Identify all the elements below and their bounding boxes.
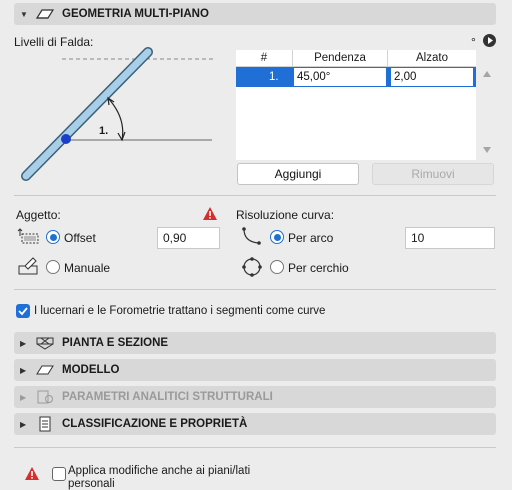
pendenza-cell[interactable]: 45,00°: [294, 68, 386, 86]
classification-icon: [34, 416, 56, 432]
offset-icon: [17, 228, 39, 244]
section-title: PIANTA E SEZIONE: [62, 337, 169, 349]
warning-icon: [203, 207, 217, 220]
aggetto-label: Aggetto:: [16, 208, 61, 222]
degree-symbol: °: [471, 35, 476, 49]
row-number: 1.: [269, 71, 279, 83]
collapse-triangle-icon[interactable]: ▼: [20, 10, 28, 19]
apply-to-custom-label-line2: personali: [68, 478, 115, 490]
offset-label: Offset: [64, 231, 96, 245]
section-title: GEOMETRIA MULTI-PIANO: [62, 8, 209, 20]
section-title: PARAMETRI ANALITICI STRUTTURALI: [62, 391, 273, 403]
section-title: CLASSIFICAZIONE E PROPRIETÀ: [62, 418, 248, 430]
arc-value-input[interactable]: 10: [405, 227, 495, 249]
arc-resolution-icon: [242, 227, 261, 245]
offset-radio[interactable]: [46, 230, 60, 244]
manual-offset-icon: [18, 257, 38, 275]
geometry-section-header[interactable]: ▼ GEOMETRIA MULTI-PIANO: [14, 3, 496, 25]
per-arco-label: Per arco: [288, 231, 334, 245]
section-modello[interactable]: ▶ MODELLO: [14, 359, 496, 381]
diagram-level-label: 1.: [99, 125, 109, 137]
section-parametri-analitici[interactable]: ▶ PARAMETRI ANALITICI STRUTTURALI: [14, 386, 496, 408]
apply-to-custom-label-line1: Applica modifiche anche ai piani/lati: [68, 465, 251, 477]
per-cerchio-label: Per cerchio: [288, 261, 349, 275]
per-arco-radio[interactable]: [270, 230, 284, 244]
section-pianta-e-sezione[interactable]: ▶ PIANTA E SEZIONE: [14, 332, 496, 354]
section-title: MODELLO: [62, 364, 120, 376]
manual-radio[interactable]: [46, 260, 60, 274]
alzato-cell[interactable]: 2,00: [391, 68, 473, 86]
expand-triangle-icon[interactable]: ▶: [20, 393, 28, 402]
divider: [14, 447, 496, 448]
per-cerchio-radio[interactable]: [270, 260, 284, 274]
curve-resolution-label: Risoluzione curva:: [236, 208, 335, 222]
divider: [14, 289, 496, 290]
warning-icon: [25, 467, 39, 480]
expand-arrow-button[interactable]: [483, 34, 496, 47]
expand-triangle-icon[interactable]: ▶: [20, 420, 28, 429]
add-button[interactable]: Aggiungi: [237, 163, 359, 185]
roof-geometry-icon: [34, 6, 56, 22]
structural-analysis-icon: [34, 389, 56, 405]
section-classificazione[interactable]: ▶ CLASSIFICAZIONE E PROPRIETÀ: [14, 413, 496, 435]
treat-segments-label: I lucernari e le Forometrie trattano i s…: [34, 305, 326, 317]
model-icon: [34, 362, 56, 378]
column-header-alzato[interactable]: Alzato: [388, 50, 476, 67]
levels-table[interactable]: # Pendenza Alzato 1. 45,00° 2,00: [236, 50, 476, 160]
remove-button[interactable]: Rimuovi: [372, 163, 494, 185]
treat-segments-as-curves-checkbox[interactable]: [16, 304, 30, 318]
column-header-pendenza[interactable]: Pendenza: [293, 50, 388, 67]
manual-label: Manuale: [64, 261, 111, 275]
offset-value-input[interactable]: 0,90: [157, 227, 220, 249]
slope-diagram: [21, 47, 214, 181]
plan-section-icon: [34, 335, 56, 351]
expand-triangle-icon[interactable]: ▶: [20, 366, 28, 375]
apply-to-custom-checkbox[interactable]: [52, 467, 66, 481]
table-scrollbar[interactable]: [478, 50, 496, 160]
table-row[interactable]: 1. 45,00° 2,00: [236, 67, 476, 87]
divider: [14, 195, 496, 196]
column-header-num[interactable]: #: [236, 50, 293, 67]
circle-resolution-icon: [242, 257, 262, 277]
expand-triangle-icon[interactable]: ▶: [20, 339, 28, 348]
